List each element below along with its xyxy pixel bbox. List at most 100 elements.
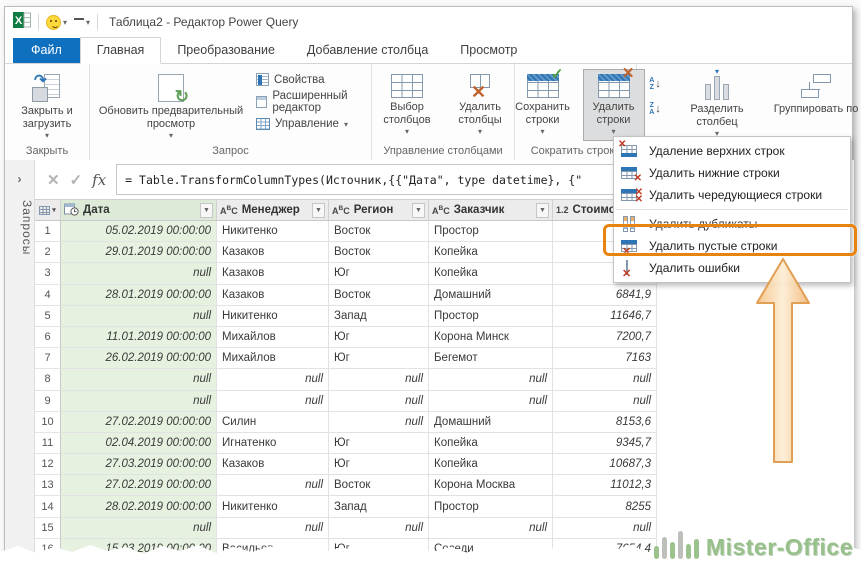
table-cell[interactable]: Восток xyxy=(329,242,429,263)
table-cell[interactable]: Копейка xyxy=(429,263,553,284)
row-number[interactable]: 3 xyxy=(35,263,61,284)
row-number[interactable]: 14 xyxy=(35,496,61,517)
row-number[interactable]: 10 xyxy=(35,412,61,433)
table-cell[interactable]: 26.02.2019 00:00:00 xyxy=(61,348,217,369)
menu-item-remove-alternate-rows[interactable]: ✕✕ Удалить чередующиеся строки xyxy=(614,184,850,206)
row-number[interactable]: 7 xyxy=(35,348,61,369)
group-by-button[interactable]: Группировать по xyxy=(767,69,861,141)
properties-button[interactable]: Свойства xyxy=(256,73,371,86)
menu-item-remove-errors[interactable]: ✕ Удалить ошибки xyxy=(614,257,850,279)
table-cell[interactable]: Простор xyxy=(429,306,553,327)
table-cell[interactable]: Юг xyxy=(329,454,429,475)
table-cell[interactable]: Казаков xyxy=(217,242,329,263)
table-cell[interactable]: Никитенко xyxy=(217,221,329,242)
keep-rows-button[interactable]: ✓ Сохранить строки ▾ xyxy=(507,69,579,141)
column-header-manager[interactable]: ABC Менеджер ▼ xyxy=(217,199,329,221)
table-cell[interactable]: 02.04.2019 00:00:00 xyxy=(61,433,217,454)
table-cell[interactable]: Юг xyxy=(329,348,429,369)
table-cell[interactable]: Копейка xyxy=(429,433,553,454)
table-cell[interactable]: 8255 xyxy=(553,496,657,517)
table-cell[interactable]: 9345,7 xyxy=(553,433,657,454)
table-cell[interactable]: Михайлов xyxy=(217,327,329,348)
table-cell[interactable]: null xyxy=(217,475,329,496)
table-cell[interactable]: 27.02.2019 00:00:00 xyxy=(61,475,217,496)
refresh-preview-button[interactable]: ↻ Обновить предварительный просмотр ▾ xyxy=(90,69,252,141)
table-cell[interactable]: Запад xyxy=(329,496,429,517)
commit-formula-icon[interactable]: ✓ xyxy=(70,171,83,189)
table-cell[interactable]: Никитенко xyxy=(217,496,329,517)
table-cell[interactable]: 27.03.2019 00:00:00 xyxy=(61,454,217,475)
tab-file[interactable]: Файл xyxy=(13,38,80,63)
table-cell[interactable]: null xyxy=(61,369,217,390)
row-number[interactable]: 4 xyxy=(35,285,61,306)
table-cell[interactable]: Юг xyxy=(329,433,429,454)
table-cell[interactable]: 11646,7 xyxy=(553,306,657,327)
table-cell[interactable]: Корона Москва xyxy=(429,475,553,496)
table-cell[interactable]: 29.01.2019 00:00:00 xyxy=(61,242,217,263)
row-number[interactable]: 13 xyxy=(35,475,61,496)
sort-ascending-button[interactable]: AZ↓ xyxy=(643,73,667,95)
table-cell[interactable]: Корона Минск xyxy=(429,327,553,348)
table-cell[interactable]: null xyxy=(329,518,429,539)
table-cell[interactable]: 6841,9 xyxy=(553,285,657,306)
table-cell[interactable]: null xyxy=(429,391,553,412)
filter-button[interactable]: ▼ xyxy=(412,203,425,218)
column-header-date[interactable]: Дата ▼ xyxy=(61,199,217,221)
table-cell[interactable]: 11.01.2019 00:00:00 xyxy=(61,327,217,348)
row-number[interactable]: 12 xyxy=(35,454,61,475)
filter-button[interactable]: ▼ xyxy=(200,203,213,218)
table-cell[interactable]: Восток xyxy=(329,285,429,306)
filter-button[interactable]: ▼ xyxy=(536,203,549,218)
table-cell[interactable]: null xyxy=(429,518,553,539)
table-cell[interactable]: Простор xyxy=(429,221,553,242)
table-cell[interactable]: Юг xyxy=(329,263,429,284)
table-cell[interactable]: Казаков xyxy=(217,285,329,306)
table-cell[interactable]: null xyxy=(61,263,217,284)
tab-home[interactable]: Главная xyxy=(80,37,162,64)
table-cell[interactable]: 27.02.2019 00:00:00 xyxy=(61,412,217,433)
row-number[interactable]: 5 xyxy=(35,306,61,327)
table-cell[interactable]: null xyxy=(61,518,217,539)
expand-queries-pane-button[interactable]: › xyxy=(5,160,34,186)
row-number[interactable]: 6 xyxy=(35,327,61,348)
choose-columns-button[interactable]: Выбор столбцов ▾ xyxy=(372,69,442,141)
table-cell[interactable]: Бегемот xyxy=(429,348,553,369)
table-cell[interactable]: null xyxy=(61,306,217,327)
row-number[interactable]: 9 xyxy=(35,391,61,412)
table-cell[interactable]: 05.02.2019 00:00:00 xyxy=(61,221,217,242)
row-number[interactable]: 11 xyxy=(35,433,61,454)
manage-button[interactable]: Управление ▾ xyxy=(256,118,371,130)
close-and-load-button[interactable]: ↷ Закрыть и загрузить ▾ xyxy=(11,69,83,141)
feedback-button[interactable]: ▾ xyxy=(46,15,67,30)
row-number[interactable]: 2 xyxy=(35,242,61,263)
table-cell[interactable]: Домашний xyxy=(429,285,553,306)
table-cell[interactable]: Простор xyxy=(429,496,553,517)
split-column-button[interactable]: Разделить столбец ▾ xyxy=(677,69,757,141)
quick-access-customize-button[interactable]: ▾ xyxy=(74,18,90,27)
column-header-region[interactable]: ABC Регион ▼ xyxy=(329,199,429,221)
table-cell[interactable]: Восток xyxy=(329,475,429,496)
table-cell[interactable]: null xyxy=(217,518,329,539)
menu-item-remove-top-rows[interactable]: ✕ Удаление верхних строк xyxy=(614,140,850,162)
tab-transform[interactable]: Преобразование xyxy=(161,38,291,63)
tab-view[interactable]: Просмотр xyxy=(444,38,533,63)
advanced-editor-button[interactable]: Расширенный редактор xyxy=(256,90,371,114)
filter-button[interactable]: ▼ xyxy=(312,203,325,218)
table-cell[interactable]: null xyxy=(553,518,657,539)
table-cell[interactable]: Домашний xyxy=(429,412,553,433)
table-cell[interactable]: null xyxy=(329,412,429,433)
table-cell[interactable]: Казаков xyxy=(217,263,329,284)
table-cell[interactable]: 8153,6 xyxy=(553,412,657,433)
table-cell[interactable]: null xyxy=(329,369,429,390)
table-cell[interactable]: 10687,3 xyxy=(553,454,657,475)
menu-item-remove-bottom-rows[interactable]: ✕ Удалить нижние строки xyxy=(614,162,850,184)
table-cell[interactable]: Силин xyxy=(217,412,329,433)
table-cell[interactable]: null xyxy=(553,369,657,390)
select-all-header[interactable]: ▾ xyxy=(35,199,61,221)
table-cell[interactable]: Запад xyxy=(329,306,429,327)
table-cell[interactable]: 11012,3 xyxy=(553,475,657,496)
row-number[interactable]: 1 xyxy=(35,221,61,242)
remove-rows-button[interactable]: ✕ Удалить строки ▾ xyxy=(583,69,645,141)
table-cell[interactable]: 7163 xyxy=(553,348,657,369)
table-cell[interactable]: Казаков xyxy=(217,454,329,475)
